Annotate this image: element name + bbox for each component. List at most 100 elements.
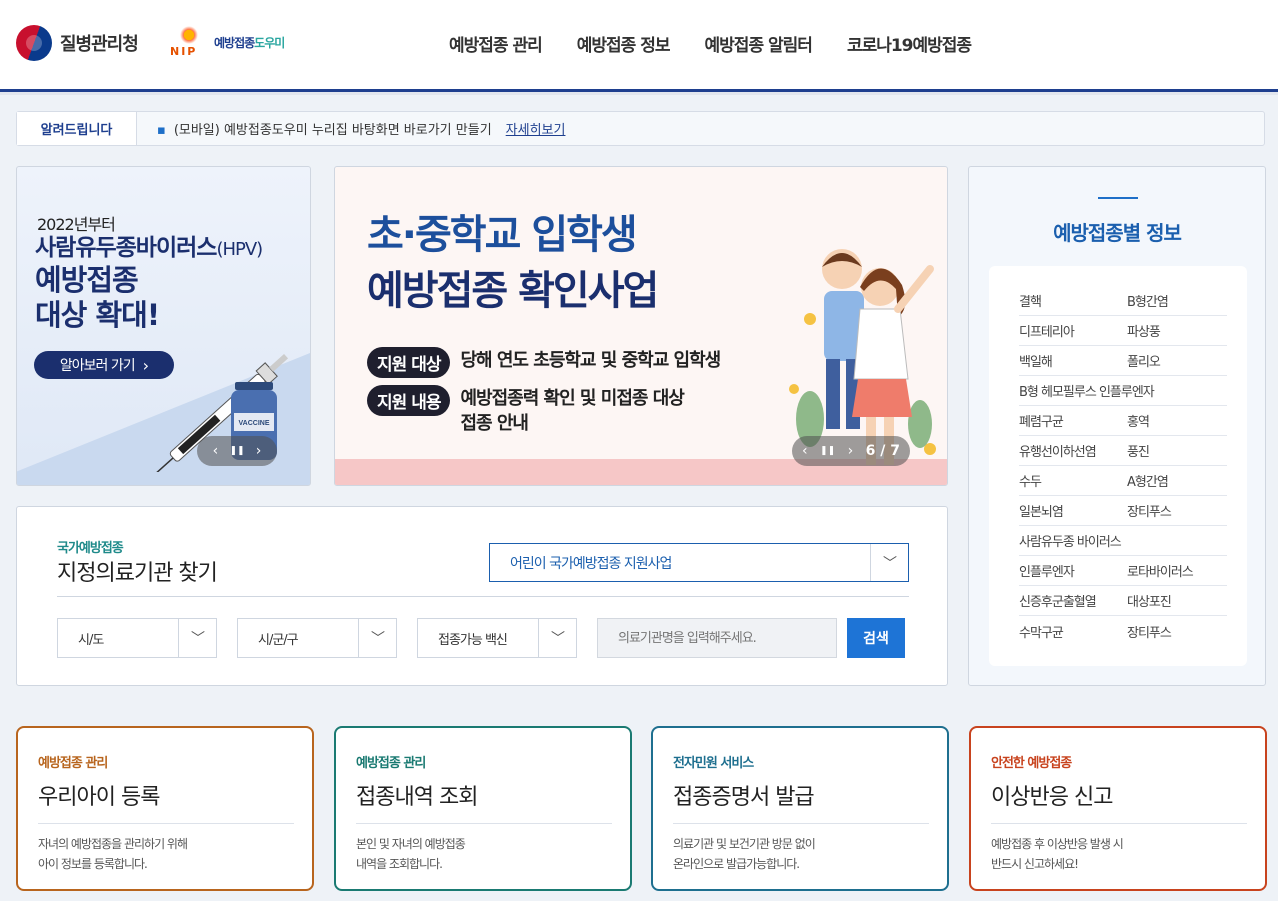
vaccine-row: 유행선이하선염 풍진 [1019,436,1227,466]
slide-counter: 6 / 7 [865,443,900,459]
vaccine-row: 사람유두종 바이러스 [1019,526,1227,556]
vaccine-select[interactable]: 접종가능 백신 ﹀ [417,618,577,658]
vaccine-link[interactable]: 유행선이하선염 [1019,441,1127,460]
vaccine-link[interactable]: 백일해 [1019,351,1127,370]
vaccine-link[interactable]: 장티푸스 [1127,622,1172,641]
vaccine-link[interactable]: 파상풍 [1127,321,1161,340]
vaccine-link[interactable]: B형간염 [1127,291,1169,310]
notice-bar: 알려드립니다 (모바일) 예방접종도우미 누리집 바탕화면 바로가기 만들기 자… [16,111,1265,146]
notice-label: 알려드립니다 [17,112,137,145]
school-banner-title-1: 초·중학교 입학생 [367,212,638,258]
card-category: 예방접종 관리 [356,756,426,771]
vaccine-row: 결핵 B형간염 [1019,286,1227,316]
support-content-text: 예방접종력 확인 및 미접종 대상 접종 안내 [460,385,684,436]
taegeuk-icon [16,25,52,61]
vaccine-link[interactable]: 수두 [1019,471,1127,490]
card-description-line2: 내역을 조회합니다. [356,857,443,871]
certificate-issue-card[interactable]: 전자민원 서비스 접종증명서 발급 의료기관 및 보건기관 방문 없이 온라인으로… [651,726,949,891]
program-select-value: 어린이 국가예방접종 지원사업 [510,555,672,572]
card-description-line1: 자녀의 예방접종을 관리하기 위해 [38,837,188,851]
vaccine-link[interactable]: 폴리오 [1127,351,1161,370]
vaccine-info-panel: 예방접종별 정보 결핵 B형간염 디프테리아 파상풍 백일해 폴리오 B형 헤모필루스… [968,166,1266,686]
vaccine-select-value: 접종가능 백신 [438,632,508,648]
support-target-row: 지원 대상 당해 연도 초등학교 및 중학교 입학생 [367,347,721,378]
vaccine-link[interactable]: 사람유두종 바이러스 [1019,531,1122,550]
nav-covid19-vaccination[interactable]: 코로나19예방접종 [847,31,972,56]
chevron-down-icon: ﹀ [178,619,216,657]
adverse-reaction-report-card[interactable]: 안전한 예방접종 이상반응 신고 예방접종 후 이상반응 발생 시 반드시 신고하… [969,726,1267,891]
support-content-line2: 접종 안내 [460,413,529,434]
next-icon[interactable]: › [256,443,262,459]
clinic-search-panel: 국가예방접종 지정의료기관 찾기 어린이 국가예방접종 지원사업 ﹀ 시/도 ﹀… [16,506,948,686]
vaccine-link[interactable]: 일본뇌염 [1019,501,1127,520]
clinic-name-input[interactable] [597,618,837,658]
site-header: 질병관리청 NIP 예방접종도우미 예방접종 관리 예방접종 정보 예방접종 알… [0,0,1278,89]
hpv-headline-line1: 예방접종 [35,263,139,297]
nav-vaccination-notice[interactable]: 예방접종 알림터 [705,31,813,56]
register-child-card[interactable]: 예방접종 관리 우리아이 등록 자녀의 예방접종을 관리하기 위해 아이 정보를 … [16,726,314,891]
pause-icon[interactable]: ❚❚ [229,446,244,456]
notice-text[interactable]: (모바일) 예방접종도우미 누리집 바탕화면 바로가기 만들기 [137,119,492,138]
next-icon[interactable]: › [848,443,854,459]
card-title: 접종내역 조회 [356,779,612,824]
chevron-down-icon: ﹀ [870,544,908,581]
prev-icon[interactable]: ‹ [213,443,219,459]
vaccine-row: 백일해 폴리오 [1019,346,1227,376]
prev-icon[interactable]: ‹ [802,443,808,459]
card-description: 자녀의 예방접종을 관리하기 위해 아이 정보를 등록합니다. [38,834,294,874]
brand-name-a: 예방접종 [214,35,255,50]
card-description-line1: 의료기관 및 보건기관 방문 없이 [673,837,816,851]
vaccine-row: 수막구균 장티푸스 [1019,616,1227,646]
search-divider [57,596,909,597]
notice-more-link[interactable]: 자세히보기 [506,119,566,138]
vaccine-link[interactable]: 홍역 [1127,411,1150,430]
city-select-value: 시/도 [78,632,104,648]
vaccine-link[interactable]: B형 헤모필루스 인플루엔자 [1019,381,1155,400]
nav-vaccination-management[interactable]: 예방접종 관리 [449,31,543,56]
nip-logo[interactable]: NIP 예방접종도우미 [170,26,285,58]
vaccine-list: 결핵 B형간염 디프테리아 파상풍 백일해 폴리오 B형 헤모필루스 인플루엔자 폐렴… [989,266,1247,666]
hpv-title-paren: (HPV) [216,239,263,260]
card-category: 예방접종 관리 [38,756,108,771]
vaccine-row: 폐렴구균 홍역 [1019,406,1227,436]
school-entrance-banner[interactable]: 초·중학교 입학생 예방접종 확인사업 지원 대상 당해 연도 초등학교 및 중… [334,166,948,486]
vaccine-row: 수두 A형간염 [1019,466,1227,496]
hpv-banner-sub: 2022년부터 [37,215,116,234]
card-description-line2: 온라인으로 발급가능합니다. [673,857,800,871]
support-target-label: 지원 대상 [367,347,451,378]
vaccine-link[interactable]: 장티푸스 [1127,501,1172,520]
card-title: 이상반응 신고 [991,779,1247,824]
vaccine-link[interactable]: 수막구균 [1019,622,1127,641]
card-title: 우리아이 등록 [38,779,294,824]
vaccination-history-card[interactable]: 예방접종 관리 접종내역 조회 본인 및 자녀의 예방접종내역을 조회합니다. [334,726,632,891]
search-title: 지정의료기관 찾기 [57,561,218,586]
school-banner-title-2: 예방접종 확인사업 [367,268,659,314]
hpv-title-main: 사람유두종바이러스 [35,235,217,261]
city-select[interactable]: 시/도 ﹀ [57,618,217,658]
vial-label: VACCINE [239,420,270,427]
vaccine-link[interactable]: 로타바이러스 [1127,561,1194,580]
chevron-down-icon: ﹀ [358,619,396,657]
card-description-line1: 본인 및 자녀의 예방접종 [356,837,466,851]
title-accent-bar [1098,197,1138,199]
program-select[interactable]: 어린이 국가예방접종 지원사업 ﹀ [489,543,909,582]
district-select[interactable]: 시/군/구 ﹀ [237,618,397,658]
nav-vaccination-info[interactable]: 예방접종 정보 [577,31,671,56]
vaccine-link[interactable]: 인플루엔자 [1019,561,1127,580]
pause-icon[interactable]: ❚❚ [820,446,835,456]
agency-name: 질병관리청 [60,34,139,55]
vaccine-link[interactable]: 폐렴구균 [1019,411,1127,430]
nip-sun-icon: NIP [170,26,208,58]
vaccine-row: B형 헤모필루스 인플루엔자 [1019,376,1227,406]
vaccine-link[interactable]: 풍진 [1127,441,1150,460]
kdca-logo[interactable]: 질병관리청 [16,25,139,61]
card-description-line2: 반드시 신고하세요! [991,857,1079,871]
hpv-banner[interactable]: 2022년부터 사람유두종바이러스(HPV) 예방접종 대상 확대! 알아보러 … [16,166,311,486]
search-button[interactable]: 검색 [847,618,905,658]
vaccine-link[interactable]: 대상포진 [1127,591,1172,610]
vaccine-link[interactable]: 디프테리아 [1019,321,1127,340]
vaccine-link[interactable]: 결핵 [1019,291,1127,310]
support-content-row: 지원 내용 예방접종력 확인 및 미접종 대상 접종 안내 [367,385,685,436]
vaccine-link[interactable]: A형간염 [1127,471,1169,490]
vaccine-link[interactable]: 신증후군출혈열 [1019,591,1127,610]
